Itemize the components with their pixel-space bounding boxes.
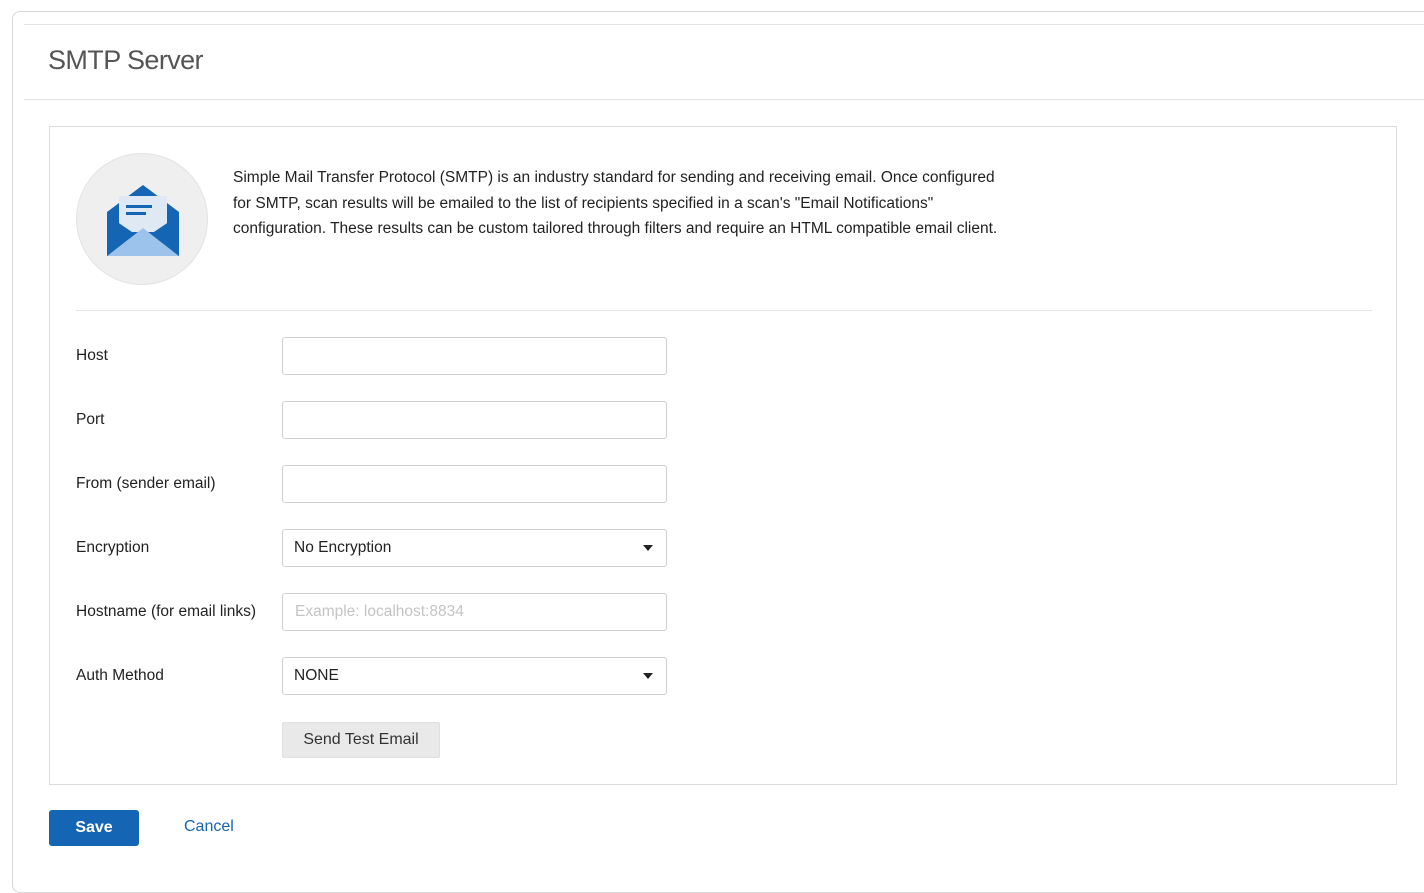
page-title: SMTP Server (48, 45, 204, 75)
save-button[interactable]: Save (49, 810, 139, 846)
encryption-selected-value: No Encryption (294, 539, 392, 556)
page-header: SMTP Server (24, 24, 1424, 100)
from-label: From (sender email) (76, 475, 216, 492)
envelope-open-icon (76, 153, 208, 285)
auth-method-select[interactable]: NONE (282, 657, 667, 695)
caret-down-icon (643, 545, 653, 551)
host-input[interactable] (282, 337, 667, 375)
section-divider (76, 310, 1372, 311)
smtp-settings-panel: Simple Mail Transfer Protocol (SMTP) is … (49, 126, 1397, 785)
send-test-email-button[interactable]: Send Test Email (282, 722, 440, 758)
host-label: Host (76, 347, 108, 364)
cancel-link[interactable]: Cancel (184, 818, 234, 836)
smtp-description: Simple Mail Transfer Protocol (SMTP) is … (233, 169, 998, 238)
port-input[interactable] (282, 401, 667, 439)
caret-down-icon (643, 673, 653, 679)
envelope-open-icon-graphic (107, 185, 179, 256)
from-email-input[interactable] (282, 465, 667, 503)
encryption-label: Encryption (76, 539, 150, 556)
auth-method-selected-value: NONE (294, 667, 339, 684)
auth-method-label: Auth Method (76, 667, 164, 684)
hostname-label: Hostname (for email links) (76, 603, 257, 620)
hostname-input[interactable] (282, 593, 667, 631)
port-label: Port (76, 411, 105, 428)
encryption-select[interactable]: No Encryption (282, 529, 667, 567)
